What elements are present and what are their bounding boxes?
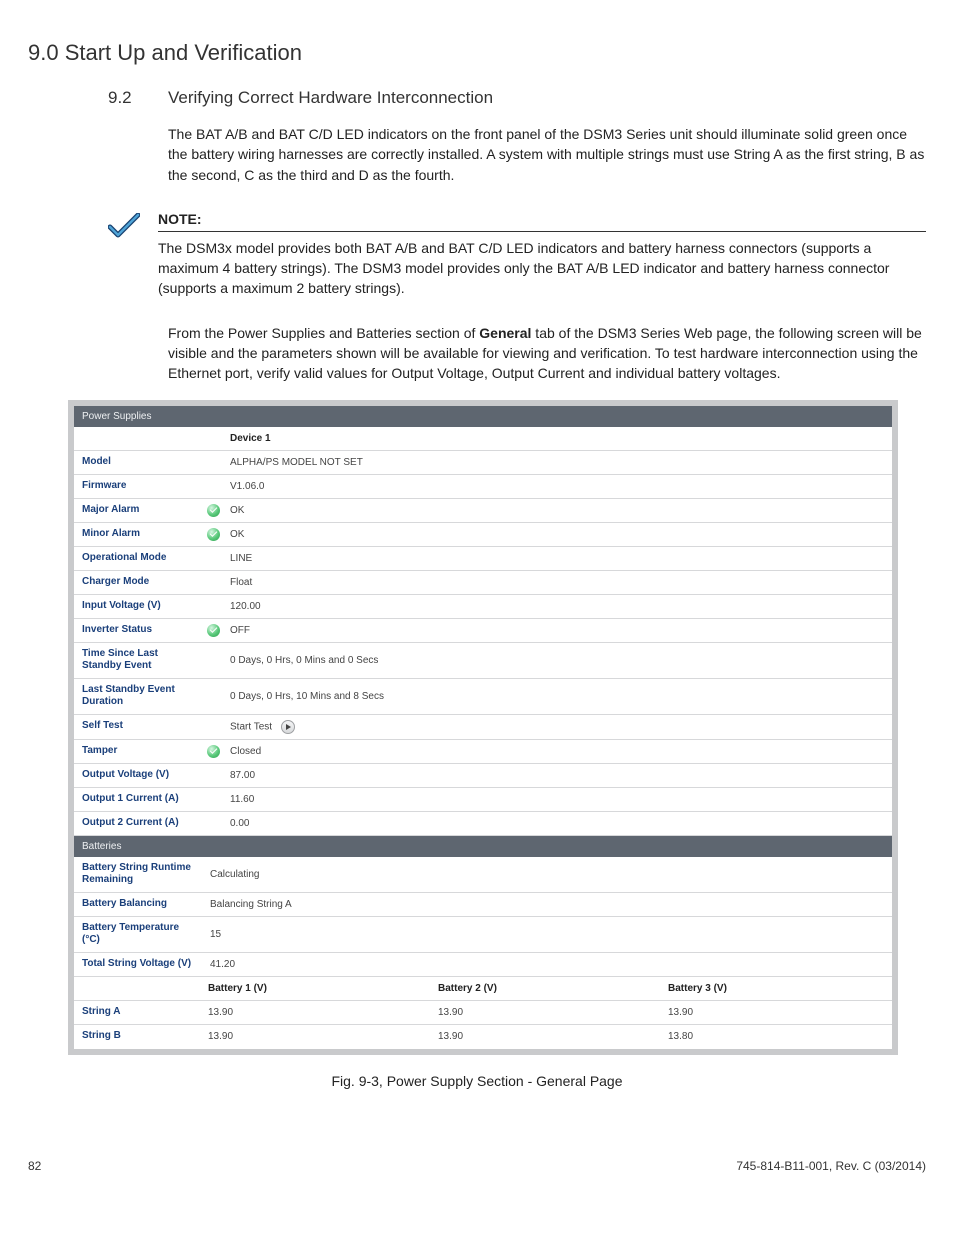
row-string-b: String B 13.90 13.90 13.80 [74, 1025, 892, 1049]
value-bat-balancing: Balancing String A [202, 894, 892, 915]
value-out2-current: 0.00 [224, 813, 892, 834]
paragraph-2: From the Power Supplies and Batteries se… [168, 323, 926, 384]
label-out2-current: Output 2 Current (A) [74, 812, 202, 835]
label-charger-mode: Charger Mode [74, 571, 202, 594]
row-inverter-status: Inverter Status OFF [74, 619, 892, 643]
string-a-v1: 13.90 [202, 1002, 432, 1023]
row-total-string-voltage: Total String Voltage (V) 41.20 [74, 953, 892, 977]
value-firmware: V1.06.0 [224, 476, 892, 497]
section-number: 9.2 [108, 88, 168, 108]
label-major-alarm: Major Alarm [74, 499, 202, 522]
power-supplies-header: Power Supplies [74, 406, 892, 427]
label-model: Model [74, 451, 202, 474]
value-last-standby-dur: 0 Days, 0 Hrs, 10 Mins and 8 Secs [224, 686, 892, 707]
row-output-voltage: Output Voltage (V) 87.00 [74, 764, 892, 788]
string-a-v3: 13.90 [662, 1002, 892, 1023]
ok-status-icon [207, 504, 220, 517]
page-number: 82 [28, 1159, 41, 1173]
value-op-mode: LINE [224, 548, 892, 569]
label-total-string-v: Total String Voltage (V) [74, 953, 202, 976]
row-firmware: Firmware V1.06.0 [74, 475, 892, 499]
row-major-alarm: Major Alarm OK [74, 499, 892, 523]
row-last-standby-duration: Last Standby Event Duration 0 Days, 0 Hr… [74, 679, 892, 715]
col-battery2: Battery 2 (V) [432, 978, 662, 999]
label-tamper: Tamper [74, 740, 202, 763]
value-output-voltage: 87.00 [224, 765, 892, 786]
row-self-test: Self Test Start Test [74, 715, 892, 740]
start-test-button[interactable] [281, 720, 295, 734]
label-minor-alarm: Minor Alarm [74, 523, 202, 546]
row-string-a: String A 13.90 13.90 13.90 [74, 1001, 892, 1025]
value-charger-mode: Float [224, 572, 892, 593]
label-last-standby-dur: Last Standby Event Duration [74, 679, 202, 714]
page-footer: 82 745-814-B11-001, Rev. C (03/2014) [28, 1159, 926, 1173]
row-minor-alarm: Minor Alarm OK [74, 523, 892, 547]
self-test-text: Start Test [230, 721, 272, 732]
value-bat-temp: 15 [202, 924, 892, 945]
label-inverter-status: Inverter Status [74, 619, 202, 642]
label-bat-temp: Battery Temperature (°C) [74, 917, 202, 952]
row-tamper: Tamper Closed [74, 740, 892, 764]
row-input-voltage: Input Voltage (V) 120.00 [74, 595, 892, 619]
ok-status-icon [207, 745, 220, 758]
note-block: NOTE: The DSM3x model provides both BAT … [108, 211, 926, 299]
value-tamper: Closed [224, 741, 892, 762]
label-tsl-standby: Time Since Last Standby Event [74, 643, 202, 678]
section-heading: 9.2 Verifying Correct Hardware Interconn… [108, 88, 926, 108]
label-op-mode: Operational Mode [74, 547, 202, 570]
value-total-string-v: 41.20 [202, 954, 892, 975]
label-self-test: Self Test [74, 715, 202, 738]
paragraph-1: The BAT A/B and BAT C/D LED indicators o… [168, 124, 926, 185]
col-battery1: Battery 1 (V) [202, 978, 432, 999]
device-header: Device 1 [224, 428, 892, 449]
embedded-screenshot: Power Supplies Device 1 Model ALPHA/PS M… [68, 400, 898, 1055]
document-id: 745-814-B11-001, Rev. C (03/2014) [736, 1159, 926, 1173]
row-battery-runtime: Battery String Runtime Remaining Calcula… [74, 857, 892, 893]
battery-columns-header: Battery 1 (V) Battery 2 (V) Battery 3 (V… [74, 977, 892, 1001]
row-time-since-standby: Time Since Last Standby Event 0 Days, 0 … [74, 643, 892, 679]
label-bat-runtime: Battery String Runtime Remaining [74, 857, 202, 892]
value-tsl-standby: 0 Days, 0 Hrs, 0 Mins and 0 Secs [224, 650, 892, 671]
row-battery-balancing: Battery Balancing Balancing String A [74, 893, 892, 917]
label-string-a: String A [74, 1001, 202, 1024]
value-input-voltage: 120.00 [224, 596, 892, 617]
ok-status-icon [207, 528, 220, 541]
figure-caption: Fig. 9-3, Power Supply Section - General… [28, 1073, 926, 1089]
label-out1-current: Output 1 Current (A) [74, 788, 202, 811]
label-string-b: String B [74, 1025, 202, 1048]
string-b-v2: 13.90 [432, 1026, 662, 1047]
row-op-mode: Operational Mode LINE [74, 547, 892, 571]
note-label: NOTE: [158, 211, 926, 232]
value-bat-runtime: Calculating [202, 864, 892, 885]
label-bat-balancing: Battery Balancing [74, 893, 202, 916]
row-battery-temp: Battery Temperature (°C) 15 [74, 917, 892, 953]
section-title: Verifying Correct Hardware Interconnecti… [168, 88, 493, 108]
string-b-v1: 13.90 [202, 1026, 432, 1047]
value-model: ALPHA/PS MODEL NOT SET [224, 452, 892, 473]
label-output-voltage: Output Voltage (V) [74, 764, 202, 787]
batteries-header: Batteries [74, 836, 892, 857]
page-title: 9.0 Start Up and Verification [28, 40, 926, 66]
row-output2-current: Output 2 Current (A) 0.00 [74, 812, 892, 836]
label-firmware: Firmware [74, 475, 202, 498]
value-minor-alarm: OK [224, 524, 892, 545]
note-text: The DSM3x model provides both BAT A/B an… [158, 238, 926, 299]
col-battery3: Battery 3 (V) [662, 978, 892, 999]
value-out1-current: 11.60 [224, 789, 892, 810]
ok-status-icon [207, 624, 220, 637]
row-model: Model ALPHA/PS MODEL NOT SET [74, 451, 892, 475]
device-header-row: Device 1 [74, 427, 892, 451]
checkmark-icon [108, 213, 140, 241]
string-b-v3: 13.80 [662, 1026, 892, 1047]
para2-bold: General [479, 325, 531, 341]
value-inverter-status: OFF [224, 620, 892, 641]
value-major-alarm: OK [224, 500, 892, 521]
label-input-voltage: Input Voltage (V) [74, 595, 202, 618]
row-charger-mode: Charger Mode Float [74, 571, 892, 595]
para2-a: From the Power Supplies and Batteries se… [168, 325, 479, 341]
row-output1-current: Output 1 Current (A) 11.60 [74, 788, 892, 812]
string-a-v2: 13.90 [432, 1002, 662, 1023]
value-self-test: Start Test [224, 715, 892, 739]
